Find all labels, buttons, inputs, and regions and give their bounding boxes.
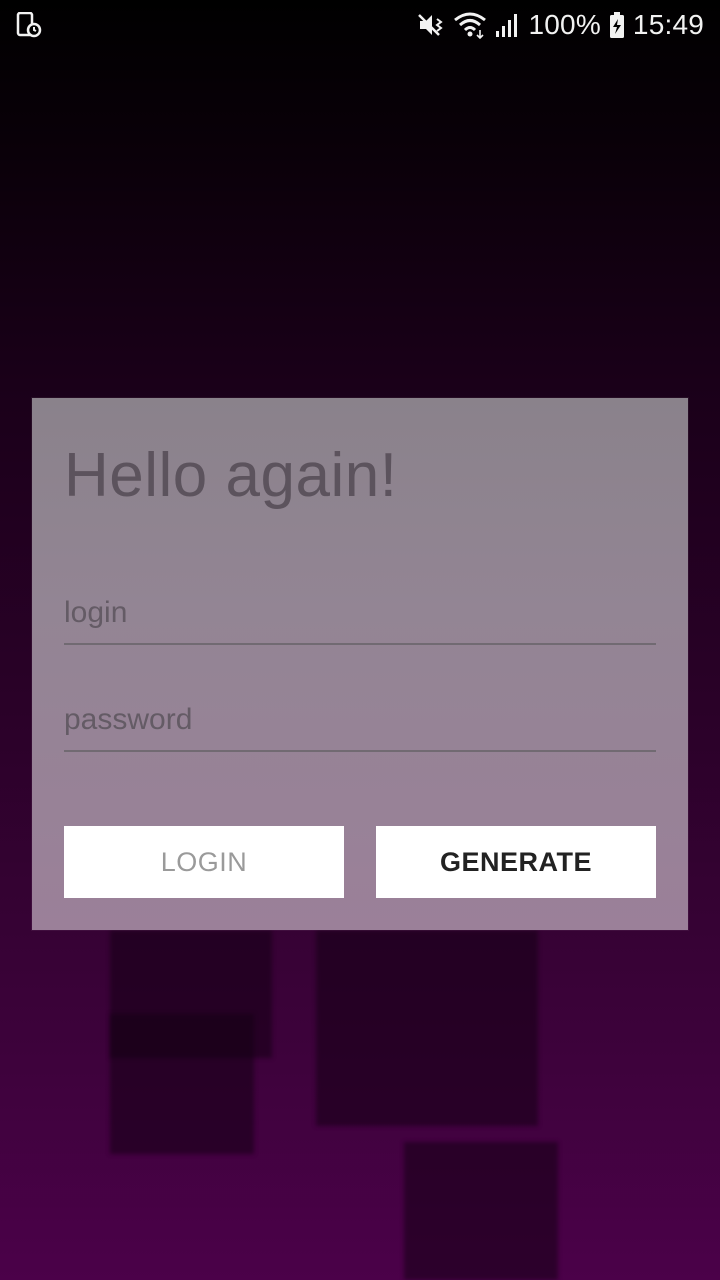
clock: 15:49 bbox=[632, 9, 704, 40]
battery-charging-icon bbox=[609, 11, 625, 39]
login-button[interactable]: LOGIN bbox=[64, 826, 344, 898]
background-block bbox=[404, 1142, 558, 1280]
card-title: Hello again! bbox=[64, 441, 398, 510]
background-block bbox=[110, 1014, 254, 1154]
background-block bbox=[316, 930, 538, 1126]
password-input[interactable] bbox=[64, 690, 656, 750]
password-field[interactable] bbox=[64, 690, 656, 752]
login-card: Hello again! LOGIN GENERATE bbox=[32, 398, 688, 930]
mute-vibrate-icon bbox=[417, 11, 445, 39]
login-input[interactable] bbox=[64, 583, 656, 643]
login-field[interactable] bbox=[64, 583, 656, 645]
generate-button[interactable]: GENERATE bbox=[376, 826, 656, 898]
wifi-icon bbox=[453, 11, 487, 39]
status-bar: 100% 15:49 bbox=[0, 0, 720, 50]
status-icons: 100% 15:49 bbox=[417, 8, 705, 42]
screen-record-icon bbox=[16, 11, 42, 38]
signal-icon bbox=[495, 11, 521, 39]
battery-percent: 100% bbox=[528, 9, 601, 40]
